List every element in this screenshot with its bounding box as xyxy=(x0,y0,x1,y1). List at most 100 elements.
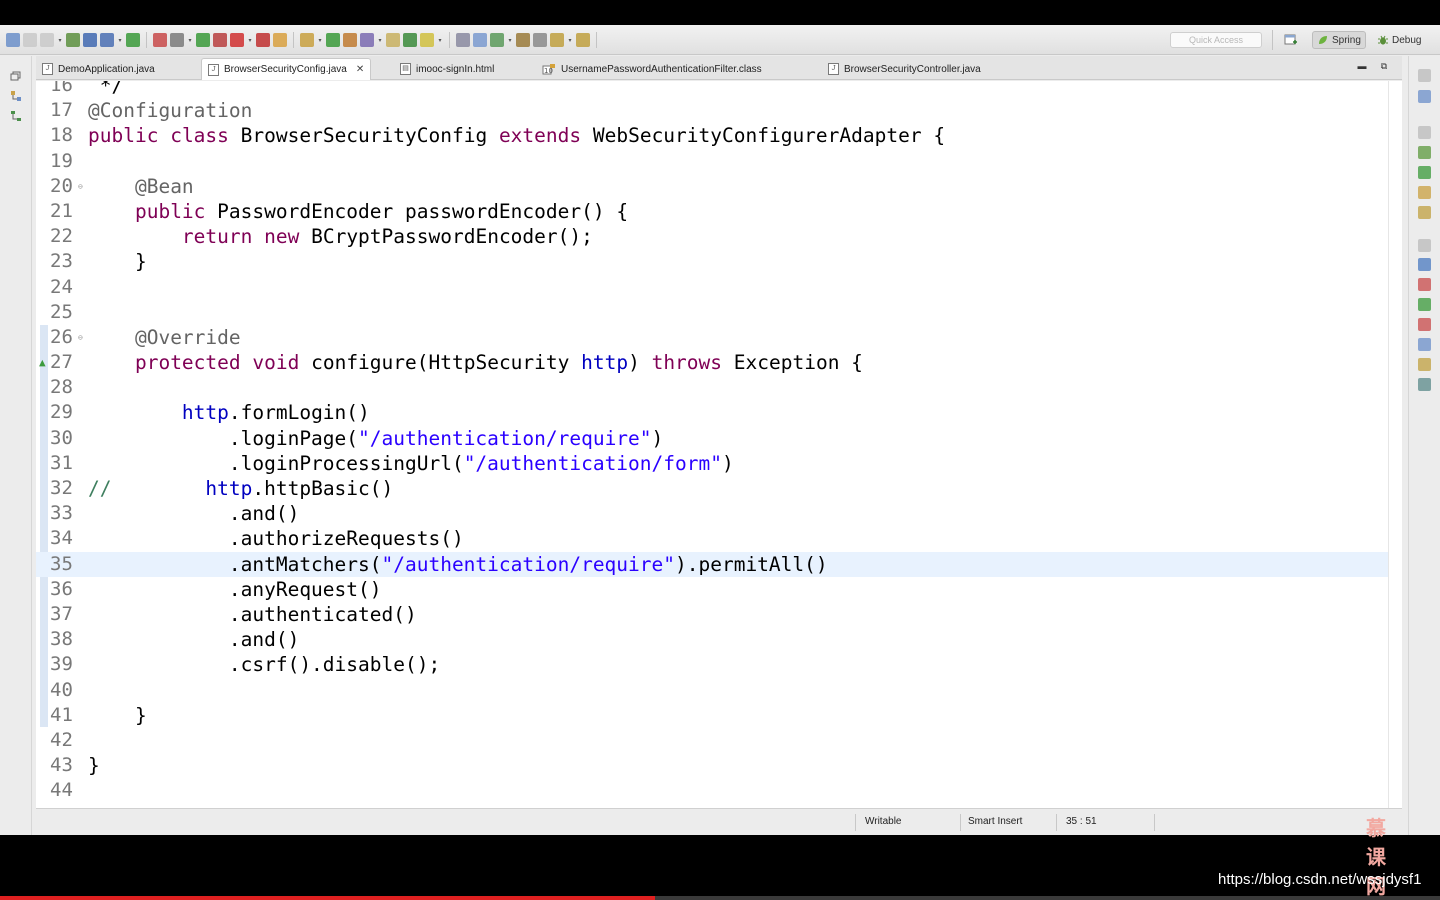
view-toolbar-icon[interactable] xyxy=(1418,69,1431,82)
toolbar-tool-icon[interactable] xyxy=(83,33,97,47)
tab-imooc-signin[interactable]: ▤ imooc-signIn.html xyxy=(394,58,500,80)
code-line[interactable]: 39 .csrf().disable(); xyxy=(36,652,1388,677)
minimize-editor-icon[interactable]: ▬ xyxy=(1356,61,1368,71)
view-toolbar-icon[interactable] xyxy=(1418,358,1431,371)
toolbar-tool-icon[interactable] xyxy=(343,33,357,47)
code-line[interactable]: 29 http.formLogin() xyxy=(36,400,1388,425)
code-line[interactable]: 26 ⊖ @Override xyxy=(36,325,1388,350)
chevron-down-icon[interactable]: ▾ xyxy=(247,33,253,47)
chevron-down-icon[interactable]: ▾ xyxy=(187,33,193,47)
fold-toggle-icon[interactable]: ⊖ xyxy=(78,333,85,341)
toolbar-tool-icon[interactable] xyxy=(153,33,167,47)
status-cursor-position[interactable]: 35 : 51 xyxy=(1066,816,1097,827)
code-line[interactable]: 25 xyxy=(36,300,1388,325)
view-toolbar-icon[interactable] xyxy=(1418,258,1431,271)
fold-toggle-icon[interactable]: ⊖ xyxy=(78,182,85,190)
toolbar-tool-icon[interactable] xyxy=(420,33,434,47)
perspective-spring[interactable]: Spring xyxy=(1312,31,1366,49)
code-line[interactable]: 31 .loginProcessingUrl("/authentication/… xyxy=(36,451,1388,476)
code-line[interactable]: 30 .loginPage("/authentication/require") xyxy=(36,426,1388,451)
close-tab-icon[interactable]: ✕ xyxy=(356,64,364,75)
view-toolbar-icon[interactable] xyxy=(1418,278,1431,291)
toolbar-tool-icon[interactable] xyxy=(473,33,487,47)
chevron-down-icon[interactable]: ▾ xyxy=(507,33,513,47)
code-line[interactable]: 37 .authenticated() xyxy=(36,602,1388,627)
tab-browser-security-config[interactable]: J BrowserSecurityConfig.java ✕ xyxy=(201,58,372,80)
chevron-down-icon[interactable]: ▾ xyxy=(377,33,383,47)
view-toolbar-icon[interactable] xyxy=(1418,90,1431,103)
perspective-debug[interactable]: Debug xyxy=(1373,31,1425,49)
toolbar-tool-icon[interactable] xyxy=(576,33,590,47)
code-line[interactable]: 19 xyxy=(36,149,1388,174)
code-line[interactable]: 27 ▲ protected void configure(HttpSecurit… xyxy=(36,350,1388,375)
toolbar-tool-icon[interactable] xyxy=(196,33,210,47)
code-line[interactable]: 35 .antMatchers("/authentication/require… xyxy=(36,551,1388,577)
maximize-editor-icon[interactable]: ⧉ xyxy=(1378,61,1390,71)
code-line[interactable]: 38 .and() xyxy=(36,627,1388,652)
toolbar-tool-icon[interactable] xyxy=(550,33,564,47)
toolbar-tool-icon[interactable] xyxy=(23,33,37,47)
toolbar-tool-icon[interactable] xyxy=(170,33,184,47)
code-line[interactable]: 40 xyxy=(36,678,1388,703)
view-toolbar-icon[interactable] xyxy=(1418,239,1431,252)
package-explorer-icon[interactable] xyxy=(10,90,22,102)
toolbar-tool-icon[interactable] xyxy=(213,33,227,47)
code-line[interactable]: 21 public PasswordEncoder passwordEncode… xyxy=(36,199,1388,224)
code-line[interactable]: 17 @Configuration xyxy=(36,98,1388,123)
code-line[interactable]: 43} xyxy=(36,753,1388,778)
code-line[interactable]: 41 } xyxy=(36,703,1388,728)
video-progress-track[interactable] xyxy=(0,896,1440,900)
tab-browser-security-controller[interactable]: J BrowserSecurityController.java xyxy=(822,58,987,80)
code-line[interactable]: 36 .anyRequest() xyxy=(36,577,1388,602)
toolbar-tool-icon[interactable] xyxy=(126,33,140,47)
type-hierarchy-icon[interactable] xyxy=(10,110,22,122)
code-line[interactable]: 28 xyxy=(36,375,1388,400)
toolbar-tool-icon[interactable] xyxy=(490,33,504,47)
chevron-down-icon[interactable]: ▾ xyxy=(437,33,443,47)
view-toolbar-icon[interactable] xyxy=(1418,186,1431,199)
view-toolbar-icon[interactable] xyxy=(1418,338,1431,351)
toolbar-tool-icon[interactable] xyxy=(256,33,270,47)
view-toolbar-icon[interactable] xyxy=(1418,206,1431,219)
chevron-down-icon[interactable]: ▾ xyxy=(57,33,63,47)
tab-username-password-filter[interactable]: 10 UsernamePasswordAuthenticationFilter.… xyxy=(536,58,768,80)
quick-access-input[interactable]: Quick Access xyxy=(1170,32,1262,48)
toolbar-tool-icon[interactable] xyxy=(100,33,114,47)
toolbar-tool-icon[interactable] xyxy=(456,33,470,47)
chevron-down-icon[interactable]: ▾ xyxy=(317,33,323,47)
view-toolbar-icon[interactable] xyxy=(1418,146,1431,159)
status-insert-mode[interactable]: Smart Insert xyxy=(968,816,1022,827)
toolbar-tool-icon[interactable] xyxy=(326,33,340,47)
chevron-down-icon[interactable]: ▾ xyxy=(117,33,123,47)
view-toolbar-icon[interactable] xyxy=(1418,378,1431,391)
toolbar-tool-icon[interactable] xyxy=(533,33,547,47)
code-line[interactable]: 33 .and() xyxy=(36,501,1388,526)
overview-ruler[interactable] xyxy=(1388,81,1402,808)
code-line[interactable]: 24 xyxy=(36,275,1388,300)
code-line[interactable]: 44 xyxy=(36,778,1388,803)
toolbar-tool-icon[interactable] xyxy=(273,33,287,47)
open-perspective-icon[interactable] xyxy=(1284,33,1298,47)
code-line[interactable]: 16 */ xyxy=(36,81,1388,98)
toolbar-tool-icon[interactable] xyxy=(300,33,314,47)
tab-demo-application[interactable]: J DemoApplication.java xyxy=(36,58,161,80)
code-line[interactable]: 32 // http.httpBasic() xyxy=(36,476,1388,501)
restore-icon[interactable] xyxy=(10,70,22,82)
toolbar-tool-icon[interactable] xyxy=(386,33,400,47)
code-line[interactable]: 22 return new BCryptPasswordEncoder(); xyxy=(36,224,1388,249)
view-toolbar-icon[interactable] xyxy=(1418,126,1431,139)
code-line[interactable]: 34 .authorizeRequests() xyxy=(36,526,1388,551)
toolbar-tool-icon[interactable] xyxy=(516,33,530,47)
code-line[interactable]: 42 xyxy=(36,728,1388,753)
toolbar-tool-icon[interactable] xyxy=(403,33,417,47)
code-line[interactable]: 23 } xyxy=(36,249,1388,274)
toolbar-tool-icon[interactable] xyxy=(66,33,80,47)
code-lines[interactable]: 16 */17 @Configuration 18 public class Brow… xyxy=(36,81,1388,803)
code-line[interactable]: 20 ⊖ @Bean xyxy=(36,174,1388,199)
toolbar-tool-icon[interactable] xyxy=(6,33,20,47)
view-toolbar-icon[interactable] xyxy=(1418,318,1431,331)
code-line[interactable]: 18 public class BrowserSecurityConfig ext… xyxy=(36,123,1388,148)
toolbar-tool-icon[interactable] xyxy=(40,33,54,47)
toolbar-tool-icon[interactable] xyxy=(360,33,374,47)
code-editor[interactable]: 16 */17 @Configuration 18 public class Brow… xyxy=(36,81,1388,808)
